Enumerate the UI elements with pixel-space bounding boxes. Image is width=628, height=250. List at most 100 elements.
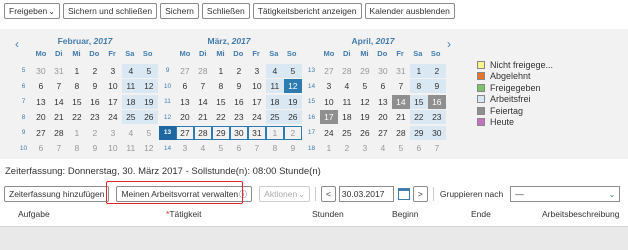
calendar-day[interactable]: 16 xyxy=(86,95,104,109)
calendar-day[interactable]: 5 xyxy=(139,63,158,78)
calendar-day[interactable]: 26 xyxy=(356,126,374,140)
calendar-day[interactable]: 2 xyxy=(86,126,104,140)
calendar-day[interactable]: 21 xyxy=(392,110,410,124)
calendar-day[interactable]: 6 xyxy=(32,79,50,93)
calendar-day[interactable]: 18 xyxy=(265,94,284,109)
save-button[interactable]: Sichern xyxy=(160,3,199,19)
calendar-day[interactable]: 1 xyxy=(68,64,86,78)
manage-worklist-button[interactable]: Meinen Arbeitsvorrat verwalten ⓘ xyxy=(116,186,253,202)
calendar-day[interactable]: 5 xyxy=(140,126,158,140)
calendar-day[interactable]: 17 xyxy=(320,110,338,125)
calendar-day[interactable]: 8 xyxy=(409,79,428,94)
calendar-day[interactable]: 2 xyxy=(338,141,356,155)
table-row[interactable] xyxy=(0,226,628,250)
week-number[interactable]: 8 xyxy=(15,114,32,121)
month-title[interactable]: März, 2017 xyxy=(159,36,299,46)
calendar-day[interactable]: 24 xyxy=(104,110,122,124)
week-number[interactable]: 9 xyxy=(159,67,176,74)
hide-calendar-button[interactable]: Kalender ausblenden xyxy=(364,3,455,19)
calendar-day[interactable]: 2 xyxy=(283,125,302,140)
calendar-day[interactable]: 17 xyxy=(248,95,266,109)
calendar-day[interactable]: 28 xyxy=(392,126,410,140)
calendar-day[interactable]: 27 xyxy=(374,126,392,140)
calendar-day[interactable]: 24 xyxy=(248,110,266,124)
calendar-day[interactable]: 30 xyxy=(374,64,392,78)
calendar-day[interactable]: 29 xyxy=(409,125,428,140)
month-title[interactable]: April, 2017 xyxy=(303,36,443,46)
calendar-day[interactable]: 25 xyxy=(338,126,356,140)
calendar-day[interactable]: 25 xyxy=(121,110,140,125)
column-stunden[interactable]: Stunden xyxy=(312,209,344,219)
calendar-day[interactable]: 1 xyxy=(212,64,230,78)
calendar-day[interactable]: 22 xyxy=(68,110,86,124)
calendar-day[interactable]: 6 xyxy=(230,141,248,155)
calendar-day[interactable]: 10 xyxy=(320,95,338,109)
calendar-day[interactable]: 13 xyxy=(374,95,392,109)
save-and-close-button[interactable]: Sichern und schließen xyxy=(62,3,158,19)
actions-button[interactable]: Aktionen ⌄ xyxy=(259,186,310,202)
week-number[interactable]: 15 xyxy=(303,98,320,105)
calendar-day[interactable]: 1 xyxy=(265,125,284,140)
calendar-day[interactable]: 28 xyxy=(50,126,68,140)
week-number[interactable]: 16 xyxy=(303,114,320,121)
group-by-select[interactable]: — ⌄ xyxy=(510,186,621,202)
calendar-day[interactable]: 25 xyxy=(265,110,284,125)
calendar-day[interactable]: 30 xyxy=(427,125,446,140)
calendar-day[interactable]: 12 xyxy=(356,95,374,109)
calendar-day[interactable]: 29 xyxy=(356,64,374,78)
date-field[interactable]: 30.03.2017 xyxy=(338,186,394,202)
calendar-day[interactable]: 3 xyxy=(356,141,374,155)
calendar-day[interactable]: 22 xyxy=(212,110,230,124)
calendar-day[interactable]: 8 xyxy=(68,141,86,155)
week-number[interactable]: 11 xyxy=(159,98,176,105)
week-number[interactable]: 7 xyxy=(15,98,32,105)
show-activity-report-button[interactable]: Tätigkeitsbericht anzeigen xyxy=(252,3,362,19)
next-day-button[interactable]: > xyxy=(412,186,428,202)
calendar-day[interactable]: 7 xyxy=(50,79,68,93)
previous-day-button[interactable]: < xyxy=(320,186,336,202)
calendar-day[interactable]: 8 xyxy=(212,79,230,93)
calendar-day[interactable]: 7 xyxy=(50,141,68,155)
column-arbeitsbeschreibung[interactable]: Arbeitsbeschreibung xyxy=(542,209,620,219)
calendar-day[interactable]: 24 xyxy=(320,126,338,140)
calendar-day[interactable]: 30 xyxy=(32,64,50,78)
calendar-day[interactable]: 20 xyxy=(32,110,50,124)
week-number[interactable]: 12 xyxy=(159,114,176,121)
calendar-day[interactable]: 9 xyxy=(230,79,248,93)
calendar-day[interactable]: 13 xyxy=(176,95,194,109)
calendar-day[interactable]: 12 xyxy=(140,141,158,155)
week-number[interactable]: 17 xyxy=(303,129,320,136)
calendar-day[interactable]: 8 xyxy=(266,141,284,155)
calendar-day[interactable]: 7 xyxy=(392,79,410,93)
chevron-right-icon[interactable]: › xyxy=(447,37,451,51)
calendar-day[interactable]: 5 xyxy=(356,79,374,93)
calendar-day[interactable]: 11 xyxy=(121,79,140,94)
week-number[interactable]: 5 xyxy=(15,67,32,74)
calendar-day[interactable]: 11 xyxy=(338,95,356,109)
calendar-day[interactable]: 29 xyxy=(211,125,230,140)
calendar-day[interactable]: 1 xyxy=(409,63,428,78)
calendar-day[interactable]: 18 xyxy=(121,94,140,109)
calendar-day[interactable]: 14 xyxy=(391,94,410,109)
calendar-day[interactable]: 4 xyxy=(374,141,392,155)
calendar-day[interactable]: 3 xyxy=(176,141,194,155)
calendar-day[interactable]: 6 xyxy=(176,79,194,93)
calendar-day[interactable]: 9 xyxy=(284,141,302,155)
calendar-day[interactable]: 7 xyxy=(194,79,212,93)
calendar-day[interactable]: 16 xyxy=(427,94,446,109)
calendar-day[interactable]: 7 xyxy=(248,141,266,155)
calendar-day[interactable]: 9 xyxy=(427,79,446,94)
calendar-day[interactable]: 14 xyxy=(50,95,68,109)
calendar-day[interactable]: 5 xyxy=(392,141,410,155)
calendar-day[interactable]: 5 xyxy=(283,63,302,78)
calendar-day[interactable]: 27 xyxy=(176,64,194,78)
calendar-day[interactable]: 28 xyxy=(193,125,212,140)
calendar-day[interactable]: 15 xyxy=(68,95,86,109)
calendar-day[interactable]: 10 xyxy=(248,79,266,93)
week-number[interactable]: 10 xyxy=(159,83,176,90)
calendar-day[interactable]: 31 xyxy=(247,125,266,140)
calendar-day[interactable]: 23 xyxy=(86,110,104,124)
calendar-day[interactable]: 4 xyxy=(122,126,140,140)
calendar-day[interactable]: 11 xyxy=(122,141,140,155)
calendar-day[interactable]: 18 xyxy=(338,110,356,124)
